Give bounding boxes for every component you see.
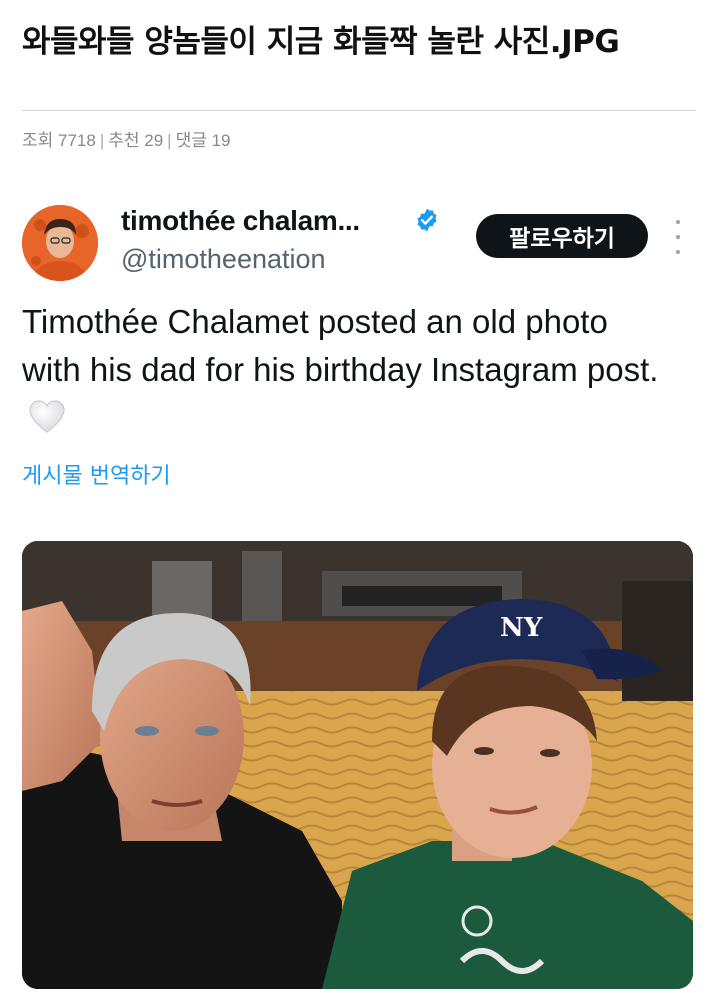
tweet-display-name[interactable]: timothée chalam... bbox=[121, 205, 360, 237]
avatar[interactable] bbox=[22, 205, 98, 281]
verified-badge-icon bbox=[417, 208, 437, 232]
views-count: 조회 7718 bbox=[22, 131, 96, 150]
translate-post-link[interactable]: 게시물 번역하기 bbox=[22, 458, 171, 490]
comments-count[interactable]: 댓글 19 bbox=[176, 126, 231, 151]
cap-logo: NY bbox=[500, 613, 543, 643]
more-options-icon[interactable] bbox=[669, 220, 687, 254]
meta-separator: | bbox=[167, 131, 172, 150]
likes-count: 추천 29 bbox=[108, 131, 164, 150]
tweet-photo[interactable]: NY bbox=[22, 541, 693, 989]
white-heart-icon bbox=[29, 400, 65, 433]
title-divider bbox=[22, 110, 696, 111]
meta-separator: | bbox=[99, 131, 105, 150]
post-title: 와들와들 양놈들이 지금 화들짝 놀란 사진.JPG bbox=[22, 24, 620, 60]
follow-button[interactable]: 팔로우하기 bbox=[476, 214, 648, 258]
post-meta: 조회 7718 | 추천 29 | 댓글 19 bbox=[22, 126, 231, 151]
tweet-body: Timothée Chalamet posted an old photo wi… bbox=[22, 298, 662, 442]
tweet-text: Timothée Chalamet posted an old photo wi… bbox=[22, 303, 659, 388]
tweet-handle[interactable]: @timotheenation bbox=[121, 244, 326, 275]
